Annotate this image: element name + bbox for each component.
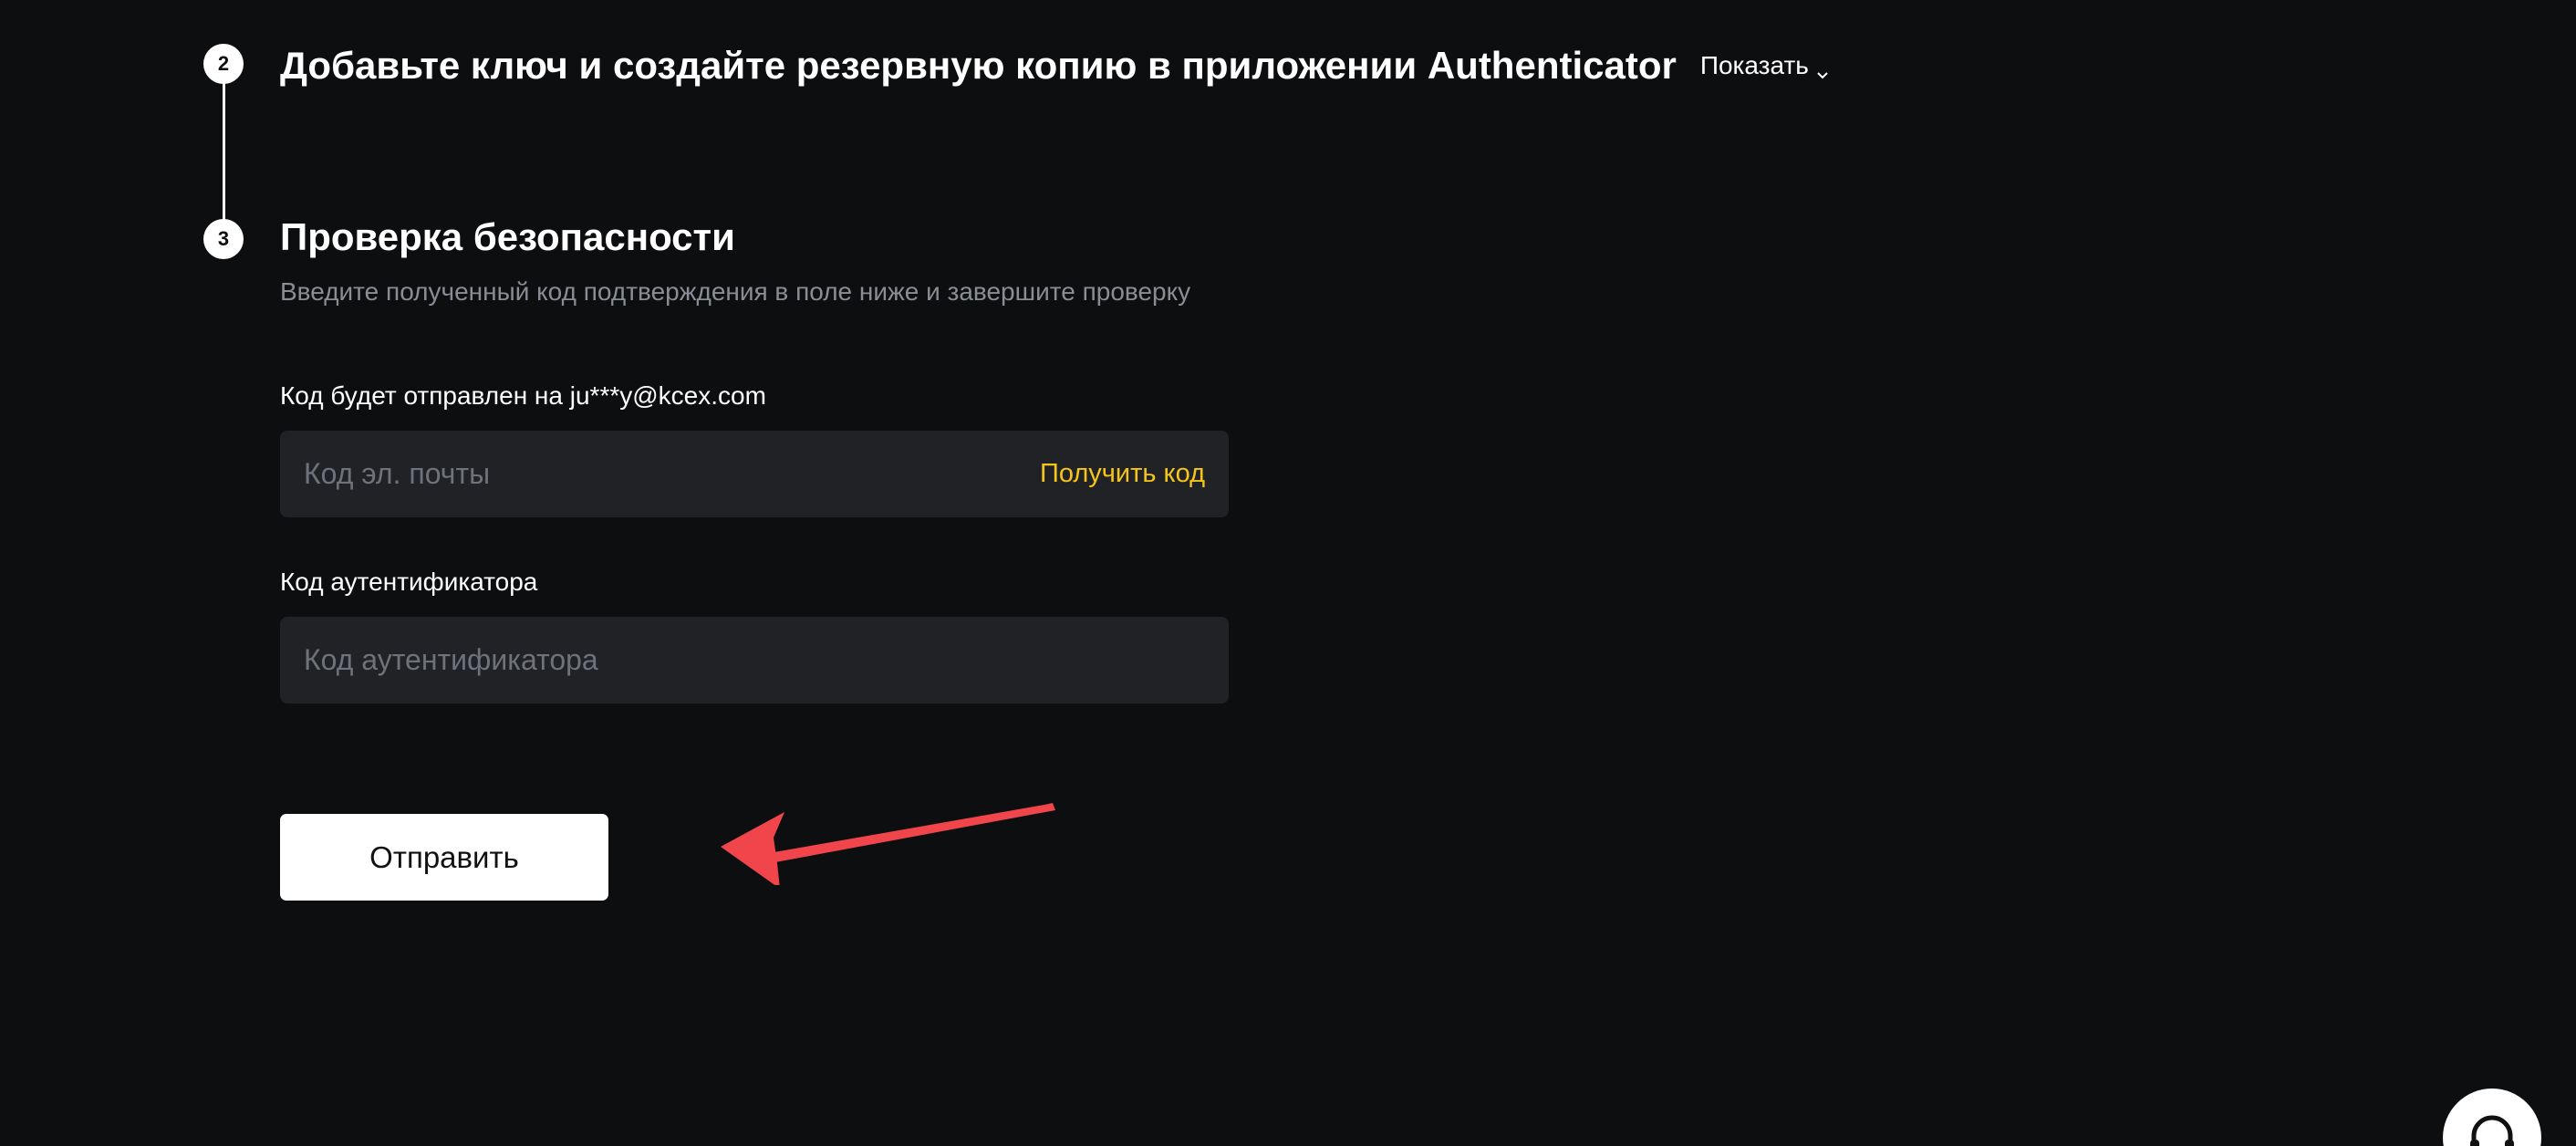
step-3-subtitle: Введите полученный код подтверждения в п… [280, 277, 1191, 306]
authenticator-code-field [280, 617, 1229, 703]
email-code-field: Получить код [280, 431, 1229, 517]
step-3-title: Проверка безопасности [280, 215, 735, 258]
authenticator-code-label: Код аутентификатора [280, 568, 538, 596]
step-2-badge: 2 [203, 44, 244, 84]
authenticator-code-input[interactable] [304, 643, 1205, 677]
security-setup-page: 2 Добавьте ключ и создайте резервную коп… [0, 0, 2576, 1146]
show-toggle-button[interactable]: Показать [1700, 51, 1829, 80]
show-toggle-label: Показать [1699, 51, 1809, 79]
email-code-label: Код будет отправлен на ju***y@kcex.com [280, 381, 766, 410]
step-3-badge: 3 [203, 219, 244, 259]
red-arrow-icon [721, 803, 1055, 885]
submit-button[interactable]: Отправить [280, 814, 608, 901]
step-2-title: Добавьте ключ и создайте резервную копию… [280, 44, 1677, 87]
headset-icon [2470, 1115, 2514, 1146]
step-2-header: Добавьте ключ и создайте резервную копию… [280, 40, 1829, 91]
email-code-input[interactable] [304, 457, 1041, 491]
get-code-link[interactable]: Получить код [1040, 459, 1205, 489]
support-chat-button[interactable] [2443, 1089, 2541, 1146]
chevron-down-icon [1816, 59, 1829, 79]
